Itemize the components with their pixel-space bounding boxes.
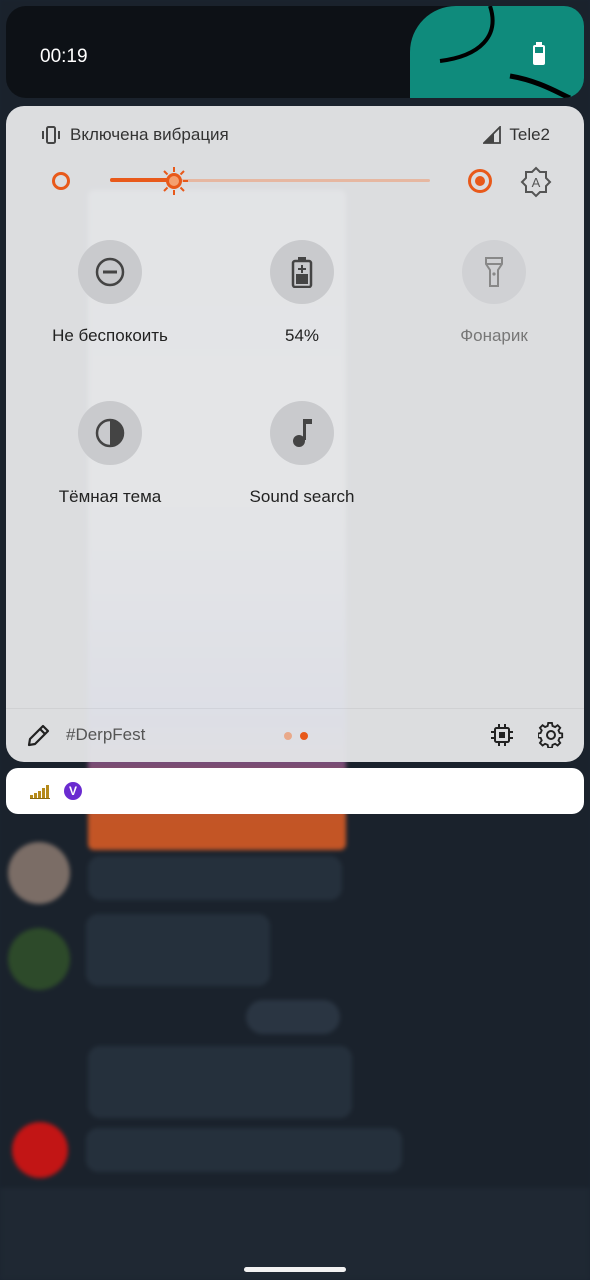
ringer-mode-label[interactable]: Включена вибрация <box>70 125 229 145</box>
edit-pencil-icon[interactable] <box>26 722 52 748</box>
slider-thumb-sun-icon[interactable] <box>159 166 189 196</box>
brightness-low-icon <box>52 172 70 190</box>
tile-label: Тёмная тема <box>58 487 162 506</box>
background-bubble <box>86 1128 402 1172</box>
tile-button[interactable] <box>462 240 526 304</box>
carrier-name: Tele2 <box>509 125 550 144</box>
tile-button[interactable] <box>270 240 334 304</box>
footer-actions <box>490 722 564 748</box>
battery-icon <box>533 42 545 65</box>
settings-gear-icon[interactable] <box>538 722 564 748</box>
tile-dark-theme[interactable]: Тёмная тема <box>20 401 200 507</box>
background-date-chip <box>246 1000 340 1034</box>
wallpaper-preview <box>410 6 584 98</box>
clock: 00:19 <box>40 46 88 67</box>
qs-header: Включена вибрация Tele2 <box>40 124 550 146</box>
tile-label: 54% <box>284 326 320 345</box>
carrier-info: Tele2 <box>483 125 550 145</box>
viber-icon: V <box>64 782 82 800</box>
tile-label: Фонарик <box>460 326 528 345</box>
background-bubble <box>88 1046 352 1118</box>
background-bubble <box>88 856 342 900</box>
page-indicator[interactable] <box>284 732 308 740</box>
tile-button[interactable] <box>78 240 142 304</box>
background-bubble <box>86 914 270 986</box>
auto-brightness-icon[interactable]: A <box>520 166 552 198</box>
brightness-slider[interactable]: A <box>50 166 560 198</box>
build-label: #DerpFest <box>66 725 146 744</box>
tile-flashlight[interactable]: Фонарик <box>404 240 584 346</box>
music-note-icon <box>293 419 312 447</box>
notification-icons-bar[interactable]: V <box>6 768 584 814</box>
flashlight-icon <box>485 257 503 287</box>
dark-theme-icon <box>95 418 125 448</box>
tile-sound-search[interactable]: Sound search <box>212 401 392 507</box>
page-dot[interactable] <box>284 732 292 740</box>
tile-label: Sound search <box>249 487 355 506</box>
vibrate-icon <box>42 126 60 144</box>
home-gesture-bar[interactable] <box>244 1267 346 1272</box>
signal-icon <box>483 126 502 144</box>
status-bar: 00:19 <box>6 6 584 98</box>
cpu-chip-icon[interactable] <box>490 723 514 747</box>
tile-battery-saver[interactable]: 54% <box>212 240 392 346</box>
qs-footer: #DerpFest <box>26 720 564 750</box>
background-avatar <box>12 1122 68 1178</box>
footer-divider <box>6 708 584 709</box>
background-avatar <box>8 842 70 904</box>
battery-saver-icon <box>291 257 313 288</box>
page-dot-active[interactable] <box>300 732 308 740</box>
svg-text:A: A <box>532 175 541 190</box>
equalizer-icon <box>30 785 50 799</box>
tile-label: Не беспокоить <box>52 326 168 345</box>
wallpaper-curve <box>439 6 571 98</box>
tile-do-not-disturb[interactable]: Не беспокоить <box>20 240 200 346</box>
tile-button[interactable] <box>270 401 334 465</box>
do-not-disturb-icon <box>95 257 125 287</box>
background-avatar <box>8 928 70 990</box>
quick-settings-panel: Включена вибрация Tele2 A Не беспокоить … <box>6 106 584 762</box>
tile-button[interactable] <box>78 401 142 465</box>
brightness-high-icon <box>468 169 492 193</box>
